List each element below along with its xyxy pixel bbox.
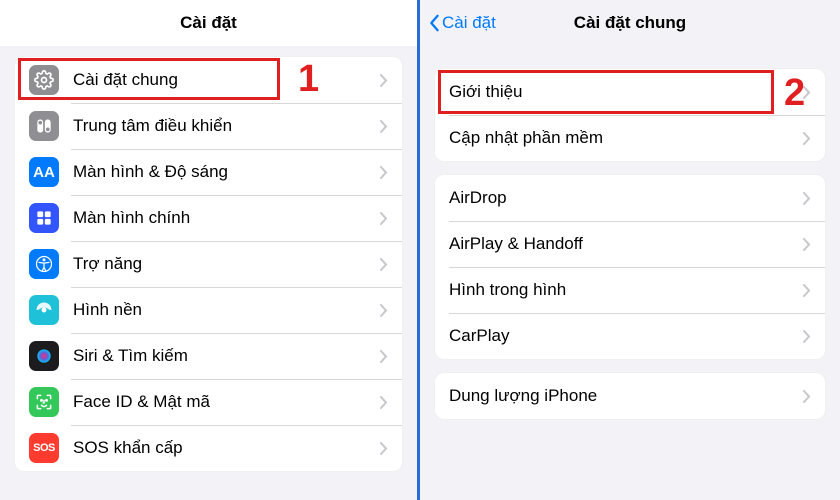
chevron-right-icon — [380, 212, 388, 225]
row-label: Màn hình & Độ sáng — [73, 162, 380, 182]
row-label: Face ID & Mật mã — [73, 392, 380, 412]
row-wallpaper[interactable]: Hình nền — [15, 287, 402, 333]
chevron-right-icon — [380, 350, 388, 363]
row-label: Cài đặt chung — [73, 70, 380, 90]
accessibility-icon — [29, 249, 59, 279]
row-face-id[interactable]: Face ID & Mật mã — [15, 379, 402, 425]
right-title: Cài đặt chung — [574, 13, 686, 33]
row-label: Hình trong hình — [449, 280, 803, 300]
left-title: Cài đặt — [180, 13, 237, 33]
gear-icon — [29, 65, 59, 95]
sos-icon: SOS — [29, 433, 59, 463]
row-siri[interactable]: Siri & Tìm kiếm — [15, 333, 402, 379]
control-center-icon — [29, 111, 59, 141]
row-home-screen[interactable]: Màn hình chính — [15, 195, 402, 241]
row-about[interactable]: Giới thiệu — [435, 69, 825, 115]
row-carplay[interactable]: CarPlay — [435, 313, 825, 359]
row-label: AirDrop — [449, 188, 803, 208]
row-label: Màn hình chính — [73, 208, 380, 228]
row-general[interactable]: Cài đặt chung — [15, 57, 402, 103]
row-label: SOS khẩn cấp — [73, 438, 380, 458]
right-header: Cài đặt Cài đặt chung — [420, 0, 840, 46]
chevron-right-icon — [380, 396, 388, 409]
chevron-right-icon — [803, 132, 811, 145]
row-label: Siri & Tìm kiếm — [73, 346, 380, 366]
row-control-center[interactable]: Trung tâm điều khiển — [15, 103, 402, 149]
back-label: Cài đặt — [442, 13, 496, 33]
chevron-right-icon — [380, 442, 388, 455]
chevron-right-icon — [380, 74, 388, 87]
chevron-right-icon — [803, 238, 811, 251]
row-label: Trung tâm điều khiển — [73, 116, 380, 136]
chevron-right-icon — [380, 166, 388, 179]
row-label: Hình nền — [73, 300, 380, 320]
siri-icon — [29, 341, 59, 371]
row-label: Dung lượng iPhone — [449, 386, 803, 406]
chevron-right-icon — [803, 284, 811, 297]
chevron-right-icon — [803, 192, 811, 205]
row-software-update[interactable]: Cập nhật phần mềm — [435, 115, 825, 161]
row-label: Giới thiệu — [449, 82, 803, 102]
display-icon: AA — [29, 157, 59, 187]
chevron-right-icon — [803, 390, 811, 403]
left-header: Cài đặt — [0, 0, 417, 46]
left-settings-group: Cài đặt chung Trung tâm điều khiển AA Mà… — [14, 56, 403, 472]
row-label: Trợ năng — [73, 254, 380, 274]
chevron-right-icon — [380, 304, 388, 317]
row-airdrop[interactable]: AirDrop — [435, 175, 825, 221]
row-pip[interactable]: Hình trong hình — [435, 267, 825, 313]
group-about-update: Giới thiệu Cập nhật phần mềm — [434, 68, 826, 162]
back-button[interactable]: Cài đặt — [428, 13, 496, 33]
row-sos[interactable]: SOS SOS khẩn cấp — [15, 425, 402, 471]
group-storage: Dung lượng iPhone — [434, 372, 826, 420]
home-screen-icon — [29, 203, 59, 233]
chevron-right-icon — [803, 86, 811, 99]
row-airplay[interactable]: AirPlay & Handoff — [435, 221, 825, 267]
wallpaper-icon — [29, 295, 59, 325]
general-settings-pane: Cài đặt Cài đặt chung Giới thiệu Cập nhậ… — [420, 0, 840, 500]
group-connectivity: AirDrop AirPlay & Handoff Hình trong hìn… — [434, 174, 826, 360]
row-display[interactable]: AA Màn hình & Độ sáng — [15, 149, 402, 195]
chevron-right-icon — [803, 330, 811, 343]
row-label: AirPlay & Handoff — [449, 234, 803, 254]
row-label: CarPlay — [449, 326, 803, 346]
row-accessibility[interactable]: Trợ năng — [15, 241, 402, 287]
row-storage[interactable]: Dung lượng iPhone — [435, 373, 825, 419]
face-id-icon — [29, 387, 59, 417]
chevron-right-icon — [380, 120, 388, 133]
settings-root-pane: Cài đặt Cài đặt chung Trung tâm điều khi… — [0, 0, 420, 500]
chevron-right-icon — [380, 258, 388, 271]
row-label: Cập nhật phần mềm — [449, 128, 803, 148]
